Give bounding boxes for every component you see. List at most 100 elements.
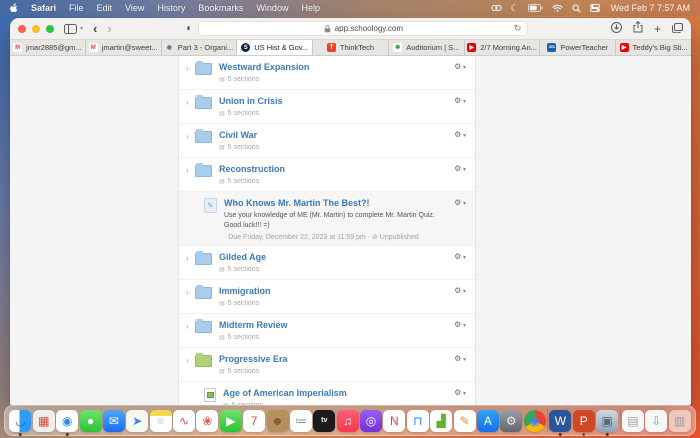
item-options-gear-icon[interactable]: ⚙ ▾	[454, 388, 466, 397]
expand-chevron-icon[interactable]: ›	[186, 64, 195, 73]
dock-icon-safari[interactable]: ◉	[56, 410, 78, 432]
dock-icon-keynote[interactable]: ⊓	[407, 410, 429, 432]
folder-icon[interactable]	[195, 165, 212, 177]
course-item-title[interactable]: Age of American Imperialism	[223, 388, 467, 398]
menu-item-view[interactable]: View	[125, 3, 144, 13]
dock-icon-mail[interactable]: ✉	[103, 410, 125, 432]
tab-auditorium[interactable]: ❃Auditorium | S...	[389, 40, 465, 55]
item-options-gear-icon[interactable]: ⚙ ▾	[454, 62, 466, 71]
item-options-gear-icon[interactable]: ⚙ ▾	[454, 252, 466, 261]
dock-icon-app-store[interactable]: A	[477, 410, 499, 432]
item-options-gear-icon[interactable]: ⚙ ▾	[454, 354, 466, 363]
new-tab-icon[interactable]: +	[654, 24, 661, 34]
close-window-button[interactable]	[18, 25, 26, 33]
item-options-gear-icon[interactable]: ⚙ ▾	[454, 320, 466, 329]
minimize-window-button[interactable]	[32, 25, 40, 33]
course-item-title[interactable]: Westward Expansion	[219, 62, 467, 72]
dock-icon-contacts[interactable]: ☻	[267, 410, 289, 432]
menu-bar-clock[interactable]: Wed Feb 7 7:57 AM	[611, 3, 690, 13]
expand-chevron-icon[interactable]: ›	[186, 166, 195, 175]
menu-item-edit[interactable]: Edit	[97, 3, 113, 13]
folder-icon[interactable]	[195, 355, 212, 367]
tab-jmar2885[interactable]: Mjmar2885@gm...	[10, 40, 86, 55]
quiz-icon[interactable]: ✎	[204, 198, 217, 213]
back-button[interactable]: ‹	[93, 21, 97, 36]
menu-item-window[interactable]: Window	[256, 3, 288, 13]
zoom-window-button[interactable]	[46, 25, 54, 33]
expand-chevron-icon[interactable]: ›	[186, 288, 195, 297]
dock-icon-music[interactable]: ♫	[337, 410, 359, 432]
dock-icon-calendar[interactable]: 7	[243, 410, 265, 432]
battery-icon[interactable]	[528, 4, 543, 12]
dock-icon-photos[interactable]: ❀	[196, 410, 218, 432]
expand-chevron-icon[interactable]: ›	[186, 356, 195, 365]
spotlight-search-icon[interactable]	[572, 4, 581, 13]
course-item-title[interactable]: Civil War	[219, 130, 467, 140]
dock-icon-messages[interactable]: ●	[80, 410, 102, 432]
dock-icon-launchpad[interactable]: ▦	[33, 410, 55, 432]
folder-icon[interactable]	[195, 63, 212, 75]
expand-chevron-icon[interactable]: ›	[186, 322, 195, 331]
dock-icon-numbers[interactable]: ▟	[430, 410, 452, 432]
course-item-title[interactable]: Reconstruction	[219, 164, 467, 174]
tab-powerteacher[interactable]: SISPowerTeacher	[540, 40, 616, 55]
item-options-gear-icon[interactable]: ⚙ ▾	[454, 198, 466, 207]
item-options-gear-icon[interactable]: ⚙ ▾	[454, 130, 466, 139]
tab-teddys[interactable]: ▶Teddy's Big Sti...	[616, 40, 691, 55]
folder-icon[interactable]	[195, 253, 212, 265]
sidebar-toggle-icon[interactable]: ▾	[64, 24, 83, 34]
course-item-title[interactable]: Gilded Age	[219, 252, 467, 262]
apple-menu-icon[interactable]	[10, 3, 19, 13]
control-center-icon[interactable]	[590, 4, 600, 12]
course-item-title[interactable]: Progressive Era	[219, 354, 467, 364]
item-options-gear-icon[interactable]: ⚙ ▾	[454, 286, 466, 295]
course-item-title[interactable]: Union in Crisis	[219, 96, 467, 106]
tab-thinktech[interactable]: TThinkTech	[313, 40, 389, 55]
dock-icon-news[interactable]: N	[383, 410, 405, 432]
tab-morning-ann[interactable]: ▶2/7 Morning An...	[465, 40, 541, 55]
dock-icon-podcasts[interactable]: ◎	[360, 410, 382, 432]
downloads-icon[interactable]	[611, 20, 622, 38]
item-options-gear-icon[interactable]: ⚙ ▾	[454, 164, 466, 173]
expand-chevron-icon[interactable]: ›	[186, 254, 195, 263]
address-field[interactable]: app.schoology.com ↻	[198, 21, 528, 36]
folder-icon[interactable]	[195, 131, 212, 143]
tab-us-hist-gov[interactable]: SUS Hist & Gov...	[237, 40, 313, 55]
dock-icon-chrome[interactable]: ◉	[524, 410, 546, 432]
folder-icon[interactable]	[195, 321, 212, 333]
screen-mirroring-icon[interactable]	[491, 4, 502, 12]
wifi-icon[interactable]	[552, 4, 563, 12]
share-icon[interactable]	[633, 20, 643, 38]
menu-item-help[interactable]: Help	[301, 3, 320, 13]
course-item-title[interactable]: Who Knows Mr. Martin The Best?!	[224, 198, 467, 208]
menu-item-file[interactable]: File	[69, 3, 84, 13]
item-options-gear-icon[interactable]: ⚙ ▾	[454, 96, 466, 105]
dock-icon-minimized-window[interactable]: ▣	[596, 410, 618, 432]
dock-icon-apple-tv[interactable]: tv	[313, 410, 335, 432]
tab-overview-icon[interactable]	[672, 20, 683, 38]
dock-icon-powerpoint[interactable]: P	[573, 410, 595, 432]
expand-chevron-icon[interactable]: ›	[186, 132, 195, 141]
dock-icon-trash[interactable]: ▥	[669, 410, 691, 432]
dock-icon-system-settings[interactable]: ⚙	[500, 410, 522, 432]
page-icon[interactable]	[204, 388, 216, 402]
dock-icon-finder[interactable]: ◡	[9, 410, 31, 432]
dock-icon-reminders[interactable]: ≔	[290, 410, 312, 432]
dock-icon-downloads-stack[interactable]: ⇩	[645, 410, 667, 432]
menu-item-safari[interactable]: Safari	[31, 3, 56, 13]
dock-icon-pages[interactable]: ✎	[454, 410, 476, 432]
tab-jmartin[interactable]: Mjmartin@sweet...	[86, 40, 162, 55]
dock-icon-notes[interactable]: ≡	[150, 410, 172, 432]
expand-chevron-icon[interactable]: ›	[186, 98, 195, 107]
menu-item-history[interactable]: History	[157, 3, 185, 13]
reload-icon[interactable]: ↻	[514, 23, 522, 34]
dock-icon-freeform[interactable]: ∿	[173, 410, 195, 432]
dock-icon-word[interactable]: W	[549, 410, 571, 432]
tab-part3[interactable]: ◉Part 3 - Organi...	[162, 40, 238, 55]
folder-icon[interactable]	[195, 287, 212, 299]
dock-icon-maps[interactable]: ➤	[126, 410, 148, 432]
menu-item-bookmarks[interactable]: Bookmarks	[198, 3, 243, 13]
folder-icon[interactable]	[195, 97, 212, 109]
course-item-title[interactable]: Midterm Review	[219, 320, 467, 330]
privacy-report-icon[interactable]: ◐	[186, 23, 192, 34]
